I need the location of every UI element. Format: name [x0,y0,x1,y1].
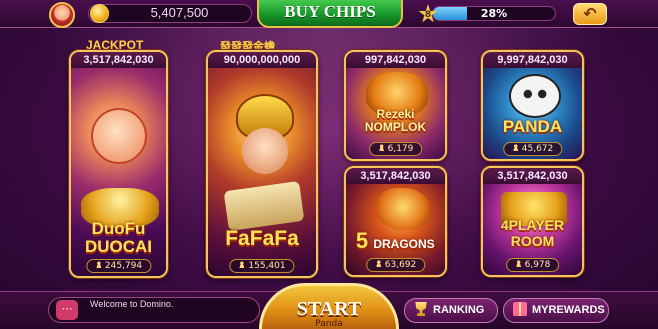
game-tile-panda[interactable]: 9,997,842,030 PANDA 45,672 [481,50,584,161]
jackpot-amount: 997,842,030 [346,52,445,68]
person-icon [514,260,522,267]
ranking-button[interactable]: RANKING [404,298,498,323]
game-title-line1: 4PLAYER [500,217,565,233]
game-title-line2: DUOCAI [84,237,153,256]
coin-balance: 5,407,500 [150,5,209,20]
person-icon [94,261,102,268]
buy-chips-button[interactable]: BUY CHIPS [257,0,403,28]
start-game-name: Panda [315,319,343,329]
level-progress-label: 28% [480,7,508,20]
coin-icon [90,4,109,23]
game-title-line2: ROOM [510,233,555,249]
jackpot-amount: 3,517,842,030 [71,52,166,68]
back-button[interactable]: ↶ [573,3,607,25]
game-tile-5dragons[interactable]: 3,517,842,030 5 DRAGONS 63,692 [344,166,447,277]
player-count: 155,401 [229,259,295,273]
trophy-icon [415,302,427,316]
game-title-line1: DuoFu [91,219,146,238]
player-avatar[interactable] [49,2,75,28]
player-count: 6,978 [505,258,560,272]
game-title-line2: DRAGONS [373,237,435,251]
person-icon [238,261,246,268]
jackpot-amount: 9,997,842,030 [483,52,582,68]
jackpot-amount: 90,000,000,000 [208,52,316,68]
game-title-line1: PANDA [502,117,563,136]
player-count: 63,692 [365,258,426,272]
player-count: 6,179 [368,142,423,156]
game-tile-4player-room[interactable]: 3,517,842,030 4PLAYER ROOM 6,978 [481,166,584,277]
jackpot-amount: 3,517,842,030 [483,168,582,184]
person-icon [374,260,382,267]
player-count: 245,794 [85,259,152,273]
start-button[interactable]: START Panda [259,283,399,329]
my-rewards-button[interactable]: MYREWARDS [503,298,609,323]
game-tile-fafafa[interactable]: 90,000,000,000 FaFaFa 155,401 [206,50,318,278]
person-icon [511,144,519,151]
player-count: 45,672 [502,142,563,156]
game-title-line1: FaFaFa [225,227,299,250]
jackpot-amount: 3,517,842,030 [346,168,445,184]
gift-icon [513,302,527,316]
chat-icon[interactable]: ⋯ [56,300,78,320]
chat-message: Welcome to Domino. [90,299,174,309]
game-title-line2: NOMPLOK [364,120,427,134]
start-label: START [296,298,362,320]
game-tile-rezeki[interactable]: 997,842,030 Rezeki NOMPLOK 6,179 [344,50,447,161]
person-icon [377,144,385,151]
game-tile-duofu[interactable]: 3,517,842,030 DuoFu DUOCAI 245,794 [69,50,168,278]
